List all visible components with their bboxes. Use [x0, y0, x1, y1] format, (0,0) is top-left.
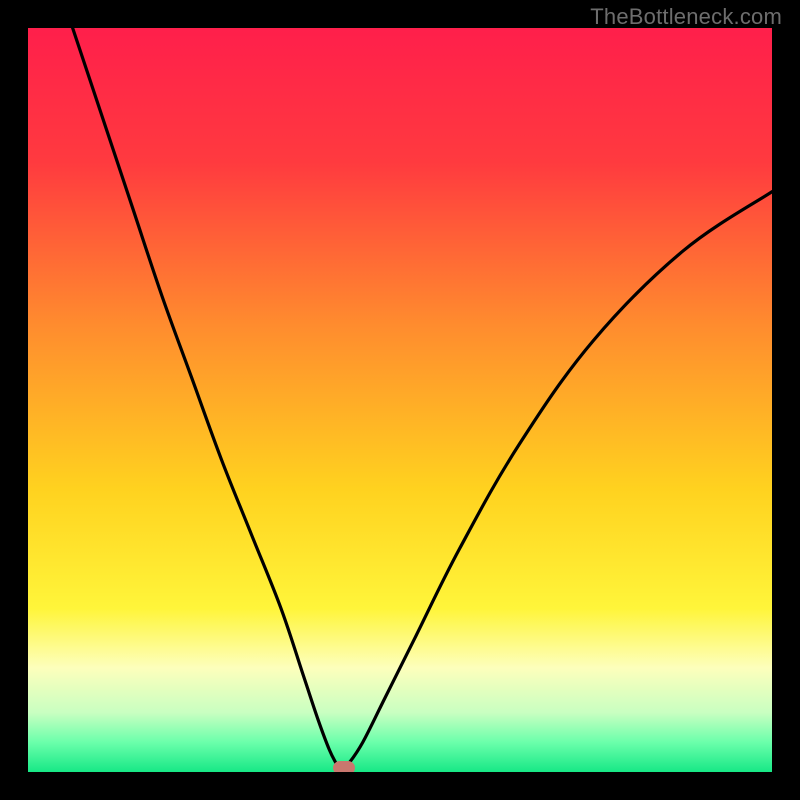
plot-inner: [28, 28, 772, 772]
watermark-text: TheBottleneck.com: [590, 4, 782, 30]
chart-frame: TheBottleneck.com: [0, 0, 800, 800]
plot-area: [28, 28, 772, 772]
vertex-marker: [333, 761, 355, 772]
bottleneck-curve: [28, 28, 772, 772]
